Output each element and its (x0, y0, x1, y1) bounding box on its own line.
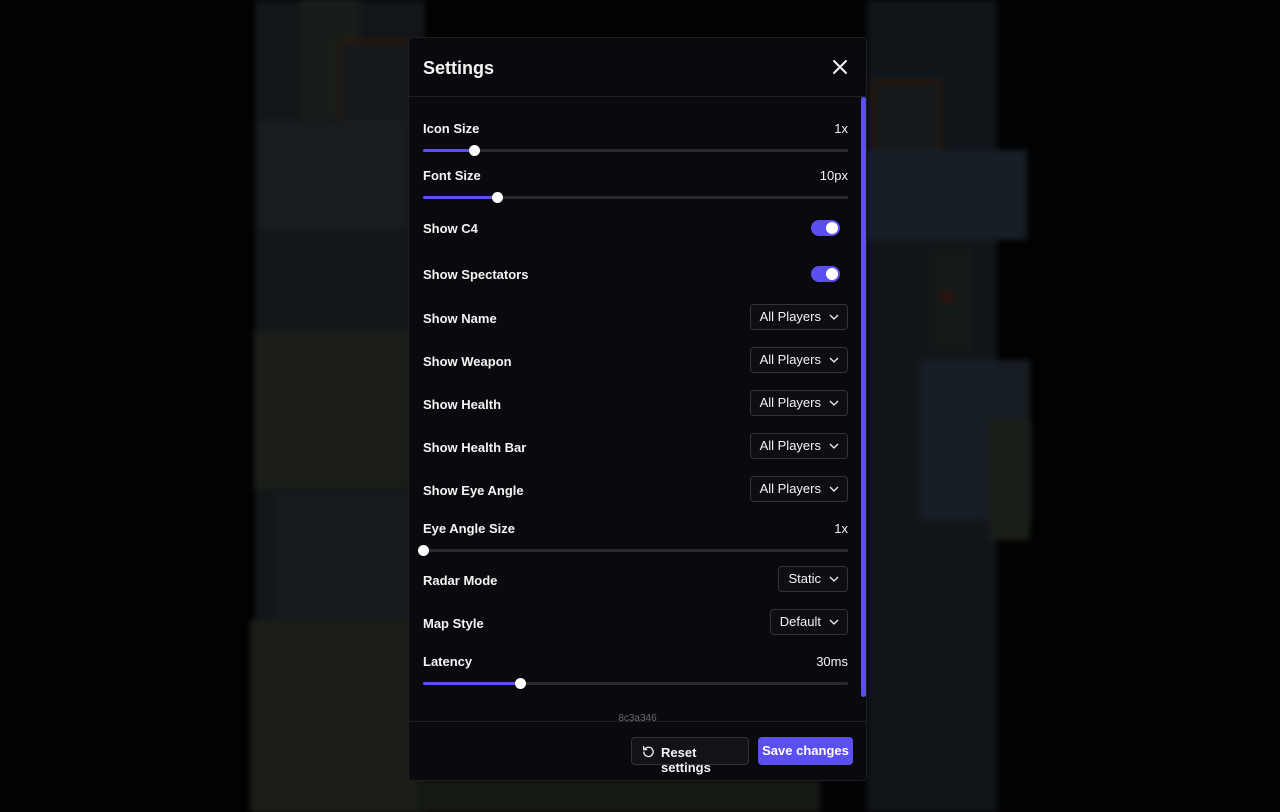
save-changes-button[interactable]: Save changes (758, 737, 853, 765)
show-name-setting: Show Name All Players (423, 304, 848, 332)
chevron-down-icon (829, 400, 839, 406)
show-health-selected: All Players (759, 395, 821, 410)
chevron-down-icon (829, 443, 839, 449)
reset-settings-label: Reset settings (661, 745, 711, 775)
latency-value: 30ms (816, 654, 848, 669)
settings-scrollbar[interactable] (861, 97, 866, 697)
show-health-select[interactable]: All Players (749, 390, 848, 416)
chevron-down-icon (829, 486, 839, 492)
eye-angle-size-slider[interactable] (418, 545, 848, 556)
show-health-bar-setting: Show Health Bar All Players (423, 433, 848, 461)
close-button[interactable] (830, 57, 850, 77)
show-weapon-selected: All Players (759, 352, 821, 367)
icon-size-value: 1x (834, 121, 848, 136)
show-name-select[interactable]: All Players (749, 304, 848, 330)
show-eye-angle-selected: All Players (759, 481, 821, 496)
map-style-select[interactable]: Default (769, 609, 848, 635)
show-health-setting: Show Health All Players (423, 390, 848, 418)
eye-angle-size-value: 1x (834, 521, 848, 536)
show-health-bar-selected: All Players (759, 438, 821, 453)
show-eye-angle-setting: Show Eye Angle All Players (423, 476, 848, 504)
show-spectators-toggle[interactable] (811, 266, 840, 282)
show-health-bar-label: Show Health Bar (423, 440, 527, 455)
show-health-bar-select[interactable]: All Players (749, 433, 848, 459)
latency-slider-thumb[interactable] (514, 678, 526, 689)
radar-mode-selected: Static (788, 571, 821, 586)
show-eye-angle-label: Show Eye Angle (423, 483, 524, 498)
show-c4-label: Show C4 (423, 221, 478, 236)
chevron-down-icon (829, 576, 839, 582)
close-icon (833, 60, 847, 74)
latency-setting: Latency 30ms (423, 654, 848, 694)
eye-angle-size-setting: Eye Angle Size 1x (418, 521, 848, 561)
reset-icon (643, 746, 654, 758)
font-size-slider-thumb[interactable] (492, 192, 504, 203)
font-size-value: 10px (819, 168, 848, 183)
show-c4-toggle[interactable] (811, 220, 840, 236)
icon-size-slider-thumb[interactable] (469, 145, 480, 156)
map-style-selected: Default (779, 614, 821, 629)
dialog-footer: Reset settings Save changes (409, 721, 866, 780)
map-style-label: Map Style (423, 616, 484, 631)
font-size-setting: Font Size 10px (423, 168, 848, 208)
map-style-setting: Map Style Default (423, 609, 848, 637)
dialog-title: Settings (423, 58, 495, 78)
reset-settings-button[interactable]: Reset settings (631, 737, 749, 775)
show-spectators-setting: Show Spectators (423, 266, 848, 287)
show-weapon-setting: Show Weapon All Players (423, 347, 848, 375)
eye-angle-size-slider-thumb[interactable] (418, 545, 429, 556)
show-eye-angle-select[interactable]: All Players (749, 476, 848, 502)
chevron-down-icon (829, 357, 839, 363)
chevron-down-icon (829, 619, 839, 625)
icon-size-slider[interactable] (423, 145, 848, 156)
icon-size-setting: Icon Size 1x (423, 121, 848, 161)
radar-mode-setting: Radar Mode Static (423, 566, 848, 594)
show-weapon-select[interactable]: All Players (749, 347, 848, 373)
radar-mode-label: Radar Mode (423, 573, 498, 588)
latency-slider[interactable] (423, 678, 848, 689)
font-size-slider[interactable] (423, 192, 848, 203)
font-size-label: Font Size (423, 168, 481, 183)
settings-dialog: Settings Icon Size 1x Font Size 10px Sho… (408, 37, 867, 781)
show-spectators-label: Show Spectators (423, 267, 529, 282)
show-weapon-label: Show Weapon (423, 354, 512, 369)
dialog-header: Settings (409, 38, 866, 97)
eye-angle-size-label: Eye Angle Size (423, 521, 515, 536)
settings-list: Icon Size 1x Font Size 10px Show C4 Show… (409, 97, 866, 722)
latency-label: Latency (423, 654, 473, 669)
show-name-selected: All Players (759, 309, 821, 324)
chevron-down-icon (829, 314, 839, 320)
icon-size-label: Icon Size (423, 121, 480, 136)
show-name-label: Show Name (423, 311, 497, 326)
show-c4-setting: Show C4 (423, 220, 848, 241)
show-health-label: Show Health (423, 397, 502, 412)
radar-mode-select[interactable]: Static (778, 566, 848, 592)
